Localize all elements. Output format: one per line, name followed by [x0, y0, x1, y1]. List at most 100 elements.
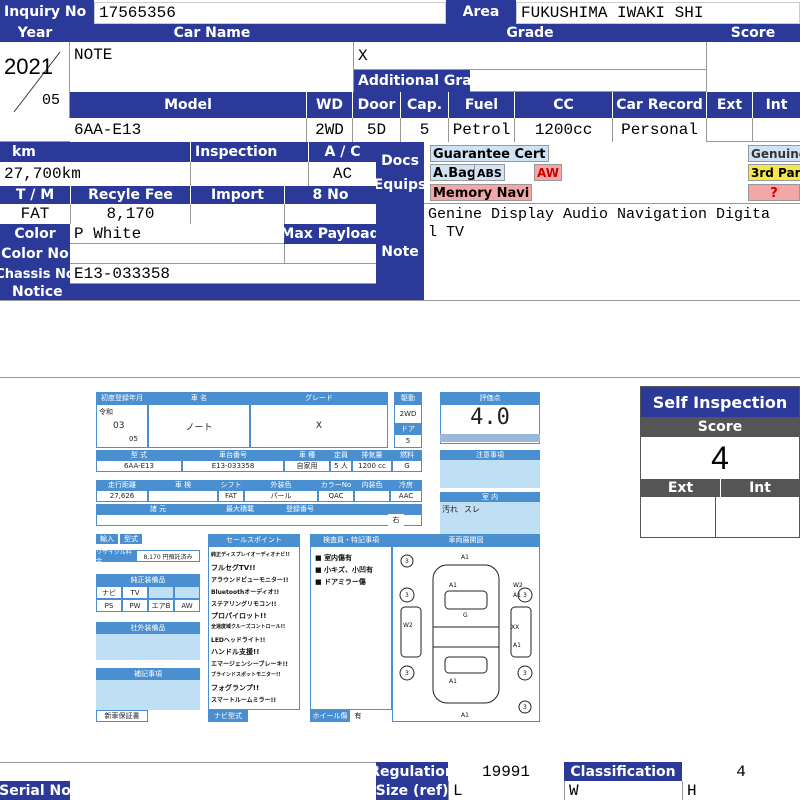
docs-equips-label: Docs Equips — [376, 142, 424, 204]
sales-item: エマージェンシーブレーキ!! — [211, 661, 288, 668]
eq-airbag: エアB — [148, 599, 174, 612]
inspection-value — [190, 162, 308, 186]
door-value: 5D — [352, 118, 400, 142]
sheet-ac-h: 冷房 — [390, 480, 422, 490]
sheet-diagram: A1 A1 W2 A1 G W2 XX A1 A1 A1 3 3 3 3 3 3 — [392, 546, 540, 722]
eq-tv: TV — [122, 586, 148, 599]
mark-xx: XX — [511, 624, 519, 631]
sheet-stain: 汚れ — [442, 505, 458, 514]
sheet-sales-list: 純正ディスプレイオーディオナビ!! フルセグTV!! アラウンドビューモニター!… — [208, 546, 300, 710]
color-label: Color — [0, 224, 70, 244]
aw-tag: AW — [534, 164, 562, 181]
sheet-km: 27,626 — [96, 490, 148, 502]
inspection-sheet: 初度登録年月 車 名 グレード 駆動 令和 03 05 ノート X 2WD ドア… — [96, 392, 542, 722]
sheet-scratch: スレ — [464, 505, 480, 514]
question-tag: ? — [748, 184, 800, 201]
recycle-value: 8,170 — [70, 204, 190, 224]
color-value: P White — [70, 224, 284, 244]
sheet-intcolor — [354, 490, 390, 502]
grade-label: Grade — [354, 24, 706, 42]
door-label: Door — [352, 92, 400, 118]
self-divider — [715, 497, 716, 537]
sheet-interior-h: 室 内 — [440, 492, 540, 502]
sales-item: Bluetoothオーディオ!! — [211, 589, 280, 596]
grade-value: X — [354, 42, 706, 70]
int-label: Int — [752, 92, 800, 118]
eq-pw: PW — [122, 599, 148, 612]
note-line-1: Genine Display Audio Navigation Digita — [428, 206, 771, 223]
size-label: Size (ref) — [376, 781, 448, 800]
sheet-fuel: G — [392, 460, 422, 472]
self-inspection-title: Self Inspection — [641, 387, 799, 417]
sheet-chassis-h: 車台番号 — [182, 450, 284, 460]
sheet-recycle-val: 8,170 円預託済み — [136, 550, 200, 562]
km-value: 27,700km — [0, 162, 190, 186]
sales-item: LEDヘッドライト!! — [211, 637, 266, 644]
sheet-cap: 5 人 — [330, 460, 352, 472]
wd-value: 2WD — [306, 118, 352, 142]
area-value: FUKUSHIMA IWAKI SHI — [516, 2, 800, 24]
tm-label: T / M — [0, 186, 70, 204]
eq-aw-top — [174, 586, 200, 599]
note-value: Genine Display Audio Navigation Digita l… — [428, 206, 798, 246]
sheet-import-h: 輸入 — [96, 534, 118, 544]
sheet-new-warranty: 新車保証書 — [96, 710, 148, 722]
sheet-maxload-h: 最大積載 — [220, 504, 260, 514]
sheet-shift: FAT — [218, 490, 244, 502]
notice-label: Notice — [0, 284, 376, 300]
sheet-colorno-h: カラーNo — [318, 480, 354, 490]
year-value: 2021 — [4, 54, 53, 79]
sales-item: アラウンドビューモニター!! — [211, 577, 289, 584]
eq-navi: ナビ — [96, 586, 122, 599]
payload-value — [284, 244, 376, 264]
third-party-tag: 3rd Party — [748, 164, 800, 181]
sales-item: フォグランプ!! — [211, 684, 260, 692]
regulation-value: 19991 — [448, 762, 564, 781]
sheet-color-h: 外装色 — [244, 480, 318, 490]
sales-item: ハンドル支援!! — [211, 648, 260, 656]
abs-tag: ABS — [474, 164, 505, 181]
ext-value — [706, 118, 752, 142]
sheet-insp-h: 車 検 — [148, 480, 218, 490]
sheet-first-reg-h: 初度登録年月 — [96, 392, 148, 404]
regulation-label: Regulation — [376, 762, 448, 781]
sheet-door: 5 — [394, 434, 422, 448]
mark-3: 3 — [523, 592, 527, 599]
sheet-aftermarket-box — [96, 634, 200, 660]
fuel-label: Fuel — [448, 92, 514, 118]
cap-value: 5 — [400, 118, 448, 142]
sales-item: 全速度域クルーズコントロール!! — [211, 624, 286, 630]
cc-value: 1200cc — [514, 118, 612, 142]
sheet-fuel-h: 燃料 — [392, 450, 422, 460]
colorno-label: Color No — [0, 244, 70, 264]
sheet-wheel-h: ホイール傷 — [310, 710, 350, 722]
sheet-price-h: 諸 元 — [96, 504, 220, 514]
sheet-shift-h: シフト — [218, 480, 244, 490]
sheet-km-h: 走行距離 — [96, 480, 148, 490]
sheet-steering: 右 — [388, 514, 404, 526]
eq-aw: AW — [174, 599, 200, 612]
colorno-value — [70, 244, 284, 264]
sheet-sales-h: セールスポイント — [208, 534, 300, 546]
sheet-wheel-val: 有 — [350, 710, 366, 722]
sheet-type-h: 型 式 — [96, 450, 182, 460]
sheet-era: 令和 — [99, 408, 113, 416]
inspector-note: ■ 室内傷有 — [315, 554, 353, 562]
mark-3: 3 — [523, 704, 527, 711]
year-cell: 2021 05 — [0, 42, 70, 118]
sheet-model-h: 型式 — [120, 534, 142, 544]
sheet-carname-h: 車 名 — [148, 392, 250, 404]
sheet-price-row — [96, 514, 422, 526]
carname-value: NOTE — [70, 42, 354, 92]
sheet-regno-h: 登録番号 — [260, 504, 340, 514]
notice-area — [0, 300, 800, 378]
sales-item: ステアリングリモコン!! — [211, 601, 277, 608]
eq-ps: PS — [96, 599, 122, 612]
sheet-kind: 自家用 — [284, 460, 330, 472]
note-line-2: l TV — [428, 224, 465, 241]
km-label: km — [0, 142, 190, 162]
self-score-label: Score — [641, 417, 799, 437]
sheet-chassis: E13-033358 — [182, 460, 284, 472]
sales-item: ブラインドスポットモニター!! — [211, 672, 281, 678]
mark-3: 3 — [523, 670, 527, 677]
